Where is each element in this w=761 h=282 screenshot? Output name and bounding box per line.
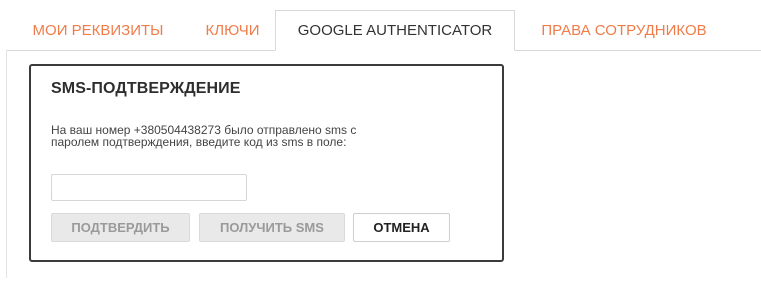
dialog-message: На ваш номер +380504438273 было отправле… xyxy=(51,124,481,148)
tab-bar: МОИ РЕКВИЗИТЫ КЛЮЧИ GOOGLE AUTHENTICATOR… xyxy=(6,10,761,51)
content-left-border xyxy=(6,50,7,278)
tab-keys[interactable]: КЛЮЧИ xyxy=(190,10,275,50)
cancel-button[interactable]: ОТМЕНА xyxy=(353,213,450,242)
dialog-title: SMS-ПОДТВЕРЖДЕНИЕ xyxy=(51,80,241,97)
page: МОИ РЕКВИЗИТЫ КЛЮЧИ GOOGLE AUTHENTICATOR… xyxy=(0,0,761,282)
tab-my-requisites[interactable]: МОИ РЕКВИЗИТЫ xyxy=(6,10,190,50)
tab-google-authenticator[interactable]: GOOGLE AUTHENTICATOR xyxy=(275,10,515,51)
get-sms-button[interactable]: ПОЛУЧИТЬ SMS xyxy=(199,213,345,242)
tab-employee-rights[interactable]: ПРАВА СОТРУДНИКОВ xyxy=(515,10,733,50)
sms-code-input[interactable] xyxy=(51,174,247,201)
sms-confirmation-dialog: SMS-ПОДТВЕРЖДЕНИЕ На ваш номер +38050443… xyxy=(29,64,504,262)
dialog-message-line-2: паролем подтверждения, введите код из sm… xyxy=(51,135,347,149)
confirm-button[interactable]: ПОДТВЕРДИТЬ xyxy=(51,213,190,242)
